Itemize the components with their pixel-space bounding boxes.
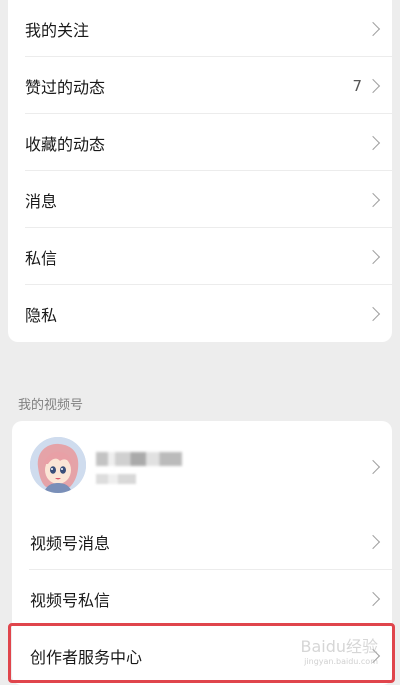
menu-item-direct-messages[interactable]: 私信 bbox=[8, 228, 392, 285]
menu-item-channel-direct-messages[interactable]: 视频号私信 bbox=[12, 570, 392, 627]
liked-count: 7 bbox=[352, 76, 362, 95]
menu-item-label: 我的关注 bbox=[25, 20, 90, 40]
chevron-right-icon bbox=[365, 534, 381, 549]
chevron-right-icon bbox=[365, 306, 381, 321]
menu-item-label: 视频号私信 bbox=[30, 590, 111, 610]
section-title-channels: 我的视频号 bbox=[18, 398, 84, 413]
menu-item-label: 收藏的动态 bbox=[25, 134, 106, 154]
channel-profile-row[interactable] bbox=[12, 421, 392, 513]
avatar bbox=[30, 437, 86, 493]
menu-item-label: 视频号消息 bbox=[30, 533, 111, 553]
menu-item-channel-messages[interactable]: 视频号消息 bbox=[12, 513, 392, 570]
menu-item-following[interactable]: 我的关注 bbox=[8, 0, 392, 57]
menu-item-liked-posts[interactable]: 赞过的动态 7 bbox=[8, 57, 392, 114]
chevron-right-icon bbox=[365, 78, 381, 93]
chevron-right-icon bbox=[365, 249, 381, 264]
chevron-right-icon bbox=[365, 21, 381, 36]
anime-girl-avatar-icon bbox=[30, 437, 86, 493]
menu-item-label: 赞过的动态 bbox=[25, 77, 106, 97]
watermark-subtext: jingyan.baidu.com bbox=[304, 657, 378, 666]
menu-item-label: 隐私 bbox=[25, 305, 58, 325]
blurred-channel-info bbox=[96, 474, 136, 484]
watermark-logo: Baidu经验 jingyan.baidu.com bbox=[300, 633, 378, 666]
chevron-right-icon bbox=[365, 192, 381, 207]
menu-item-privacy[interactable]: 隐私 bbox=[8, 285, 392, 342]
menu-item-label: 私信 bbox=[25, 248, 58, 268]
chevron-right-icon bbox=[365, 459, 381, 475]
menu-item-messages[interactable]: 消息 bbox=[8, 171, 392, 228]
blurred-channel-name bbox=[96, 452, 182, 466]
chevron-right-icon bbox=[365, 135, 381, 150]
settings-card: 我的关注 赞过的动态 7 收藏的动态 消息 私信 隐私 bbox=[8, 0, 392, 342]
watermark-text: Baidu经验 bbox=[300, 637, 378, 656]
chevron-right-icon bbox=[365, 591, 381, 606]
menu-item-label: 消息 bbox=[25, 191, 58, 211]
menu-item-favorited-posts[interactable]: 收藏的动态 bbox=[8, 114, 392, 171]
